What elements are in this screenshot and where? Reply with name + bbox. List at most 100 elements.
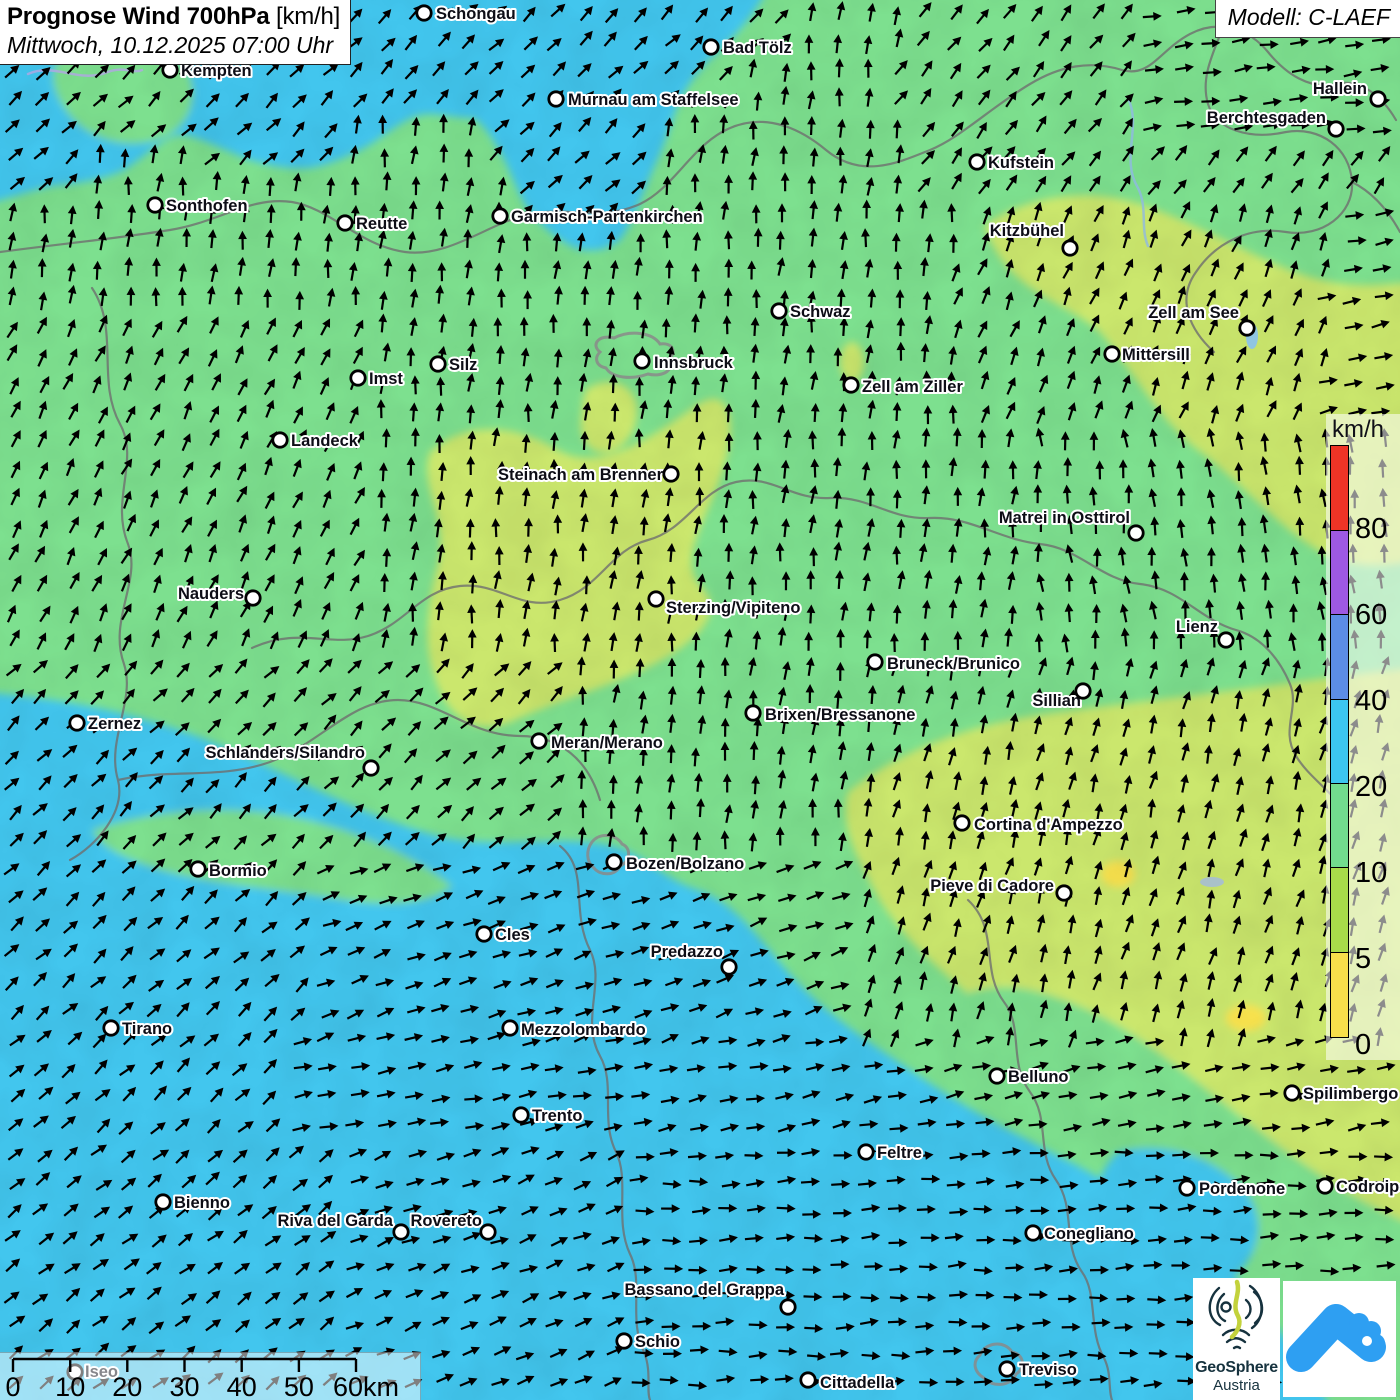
city-marker-cortina-d-ampezzo: Cortina d'Ampezzo <box>955 816 1123 834</box>
partner-logo <box>1283 1281 1396 1397</box>
city-dot-icon <box>617 1334 631 1348</box>
city-marker-schio: Schio <box>617 1333 680 1351</box>
city-dot-icon <box>70 716 84 730</box>
legend-segment-20-40 <box>1330 699 1349 785</box>
city-label: Conegliano <box>1044 1225 1134 1243</box>
wind-forecast-map-page: SchongauBad TölzKemptenMurnau am Staffel… <box>0 0 1400 1400</box>
city-dot-icon <box>364 761 378 775</box>
city-label: Cles <box>495 926 530 944</box>
city-dot-icon <box>549 92 563 106</box>
city-dot-icon <box>191 862 205 876</box>
city-dot-icon <box>990 1069 1004 1083</box>
city-dot-icon <box>246 591 260 605</box>
scalebar-tick-label: 20 <box>112 1372 142 1400</box>
city-label: Berchtesgaden <box>1207 109 1326 127</box>
legend-tick-label: 10 <box>1355 857 1387 890</box>
city-marker-zernez: Zernez <box>70 715 141 733</box>
city-dot-icon <box>1240 321 1254 335</box>
city-label: Garmisch-Partenkirchen <box>511 208 703 226</box>
city-label: Imst <box>369 370 403 388</box>
city-dot-icon <box>635 354 649 368</box>
city-label: Bassano del Grappa <box>624 1281 784 1299</box>
city-dot-icon <box>417 6 431 20</box>
city-label: Zernez <box>88 715 141 733</box>
city-marker-murnau-am-staffelsee: Murnau am Staffelsee <box>549 91 739 109</box>
legend-segment-0-5 <box>1330 952 1349 1038</box>
city-marker-steinach-am-brenner: Steinach am Brenner <box>498 466 678 484</box>
city-marker-tirano: Tirano <box>104 1020 172 1038</box>
city-label: Nauders <box>178 585 244 603</box>
city-dot-icon <box>746 706 760 720</box>
city-label: Tirano <box>122 1020 172 1038</box>
city-label: Pieve di Cadore <box>930 877 1054 895</box>
city-label: Bormio <box>209 862 267 880</box>
city-label: Hallein <box>1313 80 1367 98</box>
city-marker-silz: Silz <box>431 356 478 374</box>
city-label: Zell am Ziller <box>862 378 963 396</box>
city-marker-bruneck-brunico: Bruneck/Brunico <box>868 655 1020 673</box>
city-dot-icon <box>704 40 718 54</box>
city-dot-icon <box>1180 1181 1194 1195</box>
city-marker-meran-merano: Meran/Merano <box>532 734 663 752</box>
forecast-map: SchongauBad TölzKemptenMurnau am Staffel… <box>0 0 1400 1400</box>
city-label: Steinach am Brenner <box>498 466 664 484</box>
legend-tick-label: 5 <box>1355 943 1371 976</box>
city-marker-bozen-bolzano: Bozen/Bolzano <box>607 855 744 873</box>
city-dot-icon <box>1026 1226 1040 1240</box>
city-dot-icon <box>955 816 969 830</box>
city-marker-feltre: Feltre <box>859 1144 922 1162</box>
city-label: Landeck <box>291 432 359 450</box>
city-dot-icon <box>1129 526 1143 540</box>
city-label: Riva del Garda <box>277 1212 393 1230</box>
legend-segment-10-20 <box>1330 783 1349 869</box>
legend-unit-label: km/h <box>1332 416 1384 444</box>
city-label: Schongau <box>436 5 516 23</box>
city-dot-icon <box>431 357 445 371</box>
city-marker-bienno: Bienno <box>156 1194 230 1212</box>
city-dot-icon <box>1285 1086 1299 1100</box>
legend-segment-5-10 <box>1330 867 1349 953</box>
scalebar-tick-label: 50 <box>284 1372 314 1400</box>
city-marker-trento: Trento <box>514 1107 583 1125</box>
city-label: Schio <box>635 1333 680 1351</box>
mountain-cloud-icon <box>1283 1281 1396 1397</box>
city-dot-icon <box>1329 122 1343 136</box>
city-dot-icon <box>351 371 365 385</box>
legend-segment-60-80 <box>1330 530 1349 616</box>
city-label: Mittersill <box>1122 346 1190 364</box>
scalebar-tick-label: 40 <box>227 1372 257 1400</box>
city-dot-icon <box>493 209 507 223</box>
city-dot-icon <box>481 1225 495 1239</box>
geosphere-austria-logo: GeoSphere Austria <box>1193 1278 1280 1400</box>
city-label: Rovereto <box>410 1212 482 1230</box>
city-label: Bienno <box>174 1194 230 1212</box>
city-dot-icon <box>801 1373 815 1387</box>
wind-speed-legend: km/h 806040201050 <box>1326 414 1400 1060</box>
city-dot-icon <box>532 734 546 748</box>
city-label: Sterzing/Vipiteno <box>666 599 800 617</box>
city-marker-cles: Cles <box>477 926 530 944</box>
city-label: Cortina d'Ampezzo <box>974 816 1123 834</box>
city-label: Brixen/Bressanone <box>765 706 915 724</box>
city-dot-icon <box>148 198 162 212</box>
city-dot-icon <box>1063 241 1077 255</box>
city-label: Schlanders/Silandro <box>205 744 365 762</box>
scalebar-tick-label: 10 <box>55 1372 85 1400</box>
city-marker-garmisch-partenkirchen: Garmisch-Partenkirchen <box>493 208 703 226</box>
city-dot-icon <box>1105 347 1119 361</box>
city-label: Cittadella <box>820 1374 895 1392</box>
city-label: Pordenone <box>1199 1180 1285 1198</box>
page-subtitle: Mittwoch, 10.12.2025 07:00 Uhr <box>7 32 340 59</box>
geosphere-logo-text: GeoSphere <box>1193 1359 1280 1377</box>
title-box: Prognose Wind 700hPa [km/h] Mittwoch, 10… <box>0 0 351 65</box>
city-label: Treviso <box>1019 1361 1077 1379</box>
city-dot-icon <box>607 855 621 869</box>
city-dot-icon <box>970 155 984 169</box>
city-label: Kufstein <box>988 154 1054 172</box>
city-dot-icon <box>722 960 736 974</box>
page-title: Prognose Wind 700hPa [km/h] <box>7 3 340 31</box>
city-dot-icon <box>859 1145 873 1159</box>
model-label: Modell: C-LAEF <box>1215 0 1400 38</box>
city-dot-icon <box>844 378 858 392</box>
city-label: Matrei in Osttirol <box>999 509 1130 527</box>
